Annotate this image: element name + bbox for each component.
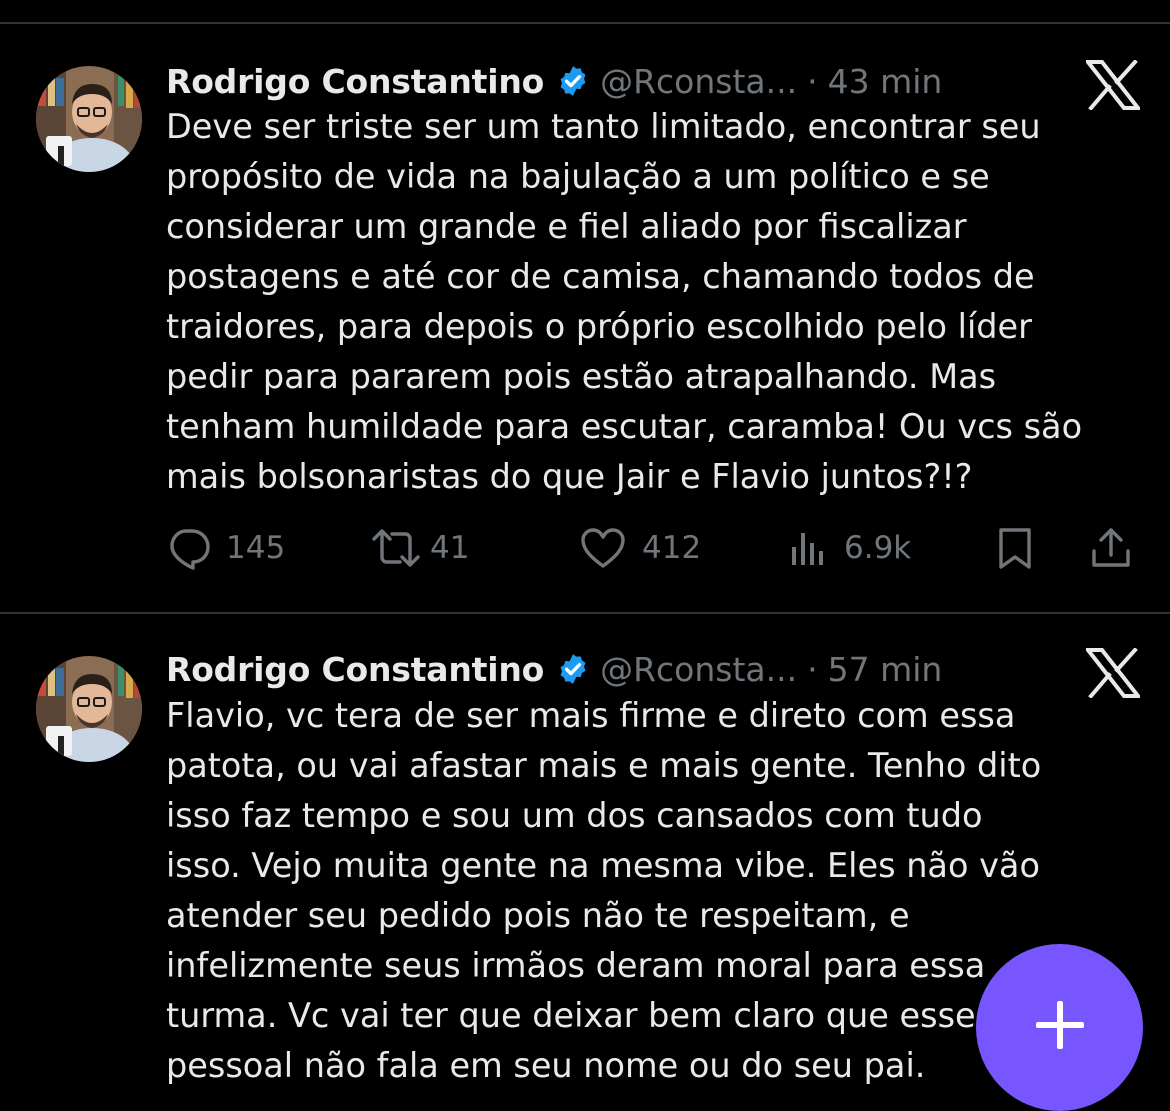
views-count: 6.9k (844, 530, 912, 566)
views-button[interactable]: 6.9k (786, 525, 911, 571)
verified-badge-icon (556, 652, 590, 686)
plus-icon (1032, 997, 1088, 1058)
reply-icon (166, 525, 212, 571)
like-count: 412 (642, 530, 702, 566)
verified-badge-icon (556, 64, 590, 98)
separator-dot: · (807, 61, 818, 101)
like-button[interactable]: 412 (578, 525, 701, 571)
tweet-divider (0, 612, 1170, 614)
tweet-text-line: tenham humildade para escutar, caramba! … (166, 407, 1083, 446)
tweet-text-line: patota, ou vai afastar mais e mais gente… (166, 746, 1042, 785)
tweet-text-line: Deve ser triste ser um tanto limitado, e… (166, 107, 1041, 146)
bookmark-button[interactable] (992, 525, 1038, 571)
share-icon (1088, 525, 1134, 571)
separator-dot: · (807, 649, 818, 689)
compose-tweet-button[interactable] (976, 944, 1143, 1111)
views-chart-icon (786, 525, 830, 571)
author-handle[interactable]: @Rconsta... (600, 62, 797, 101)
bookmark-icon (992, 525, 1038, 571)
tweet-text-line: isso faz tempo e sou um dos cansados com… (166, 796, 983, 835)
retweet-button[interactable]: 41 (370, 525, 469, 571)
tweet-header: Rodrigo Constantino @Rconsta... · 43 min (166, 58, 942, 104)
tweet-text-line: propósito de vida na bajulação a um polí… (166, 157, 990, 196)
tweet-text-line: considerar um grande e fiel aliado por f… (166, 207, 967, 246)
tweet-header: Rodrigo Constantino @Rconsta... · 57 min (166, 646, 942, 692)
tweet-text-line: Flavio, vc tera de ser mais firme e dire… (166, 696, 1016, 735)
author-handle[interactable]: @Rconsta... (600, 650, 797, 689)
tweet-text-line: pedir para pararem pois estão atrapalhan… (166, 357, 997, 396)
tweet-actions: 145 41 412 6.9k (0, 525, 1170, 575)
reply-button[interactable]: 145 (166, 525, 285, 571)
tweet-text-line: traidores, para depois o próprio escolhi… (166, 307, 1032, 346)
retweet-count: 41 (430, 530, 470, 566)
tweet-text-line: atender seu pedido pois não te respeitam… (166, 896, 910, 935)
tweet[interactable]: Rodrigo Constantino @Rconsta... · 43 min… (0, 56, 1170, 612)
tweet-text: Deve ser triste ser um tanto limitado, e… (166, 102, 1166, 502)
tweet-text-line: isso. Vejo muita gente na mesma vibe. El… (166, 846, 1040, 885)
timestamp[interactable]: 43 min (828, 62, 943, 101)
heart-icon (578, 525, 628, 571)
share-button[interactable] (1088, 525, 1134, 571)
timestamp[interactable]: 57 min (828, 650, 943, 689)
retweet-icon (370, 525, 422, 571)
author-name[interactable]: Rodrigo Constantino (166, 650, 544, 689)
tweet-text-line: mais bolsonaristas do que Jair e Flavio … (166, 457, 973, 496)
top-divider (0, 22, 1170, 24)
avatar[interactable] (36, 656, 142, 762)
author-name[interactable]: Rodrigo Constantino (166, 62, 544, 101)
tweet-text-line: postagens e até cor de camisa, chamando … (166, 257, 1035, 296)
avatar[interactable] (36, 66, 142, 172)
reply-count: 145 (226, 530, 286, 566)
